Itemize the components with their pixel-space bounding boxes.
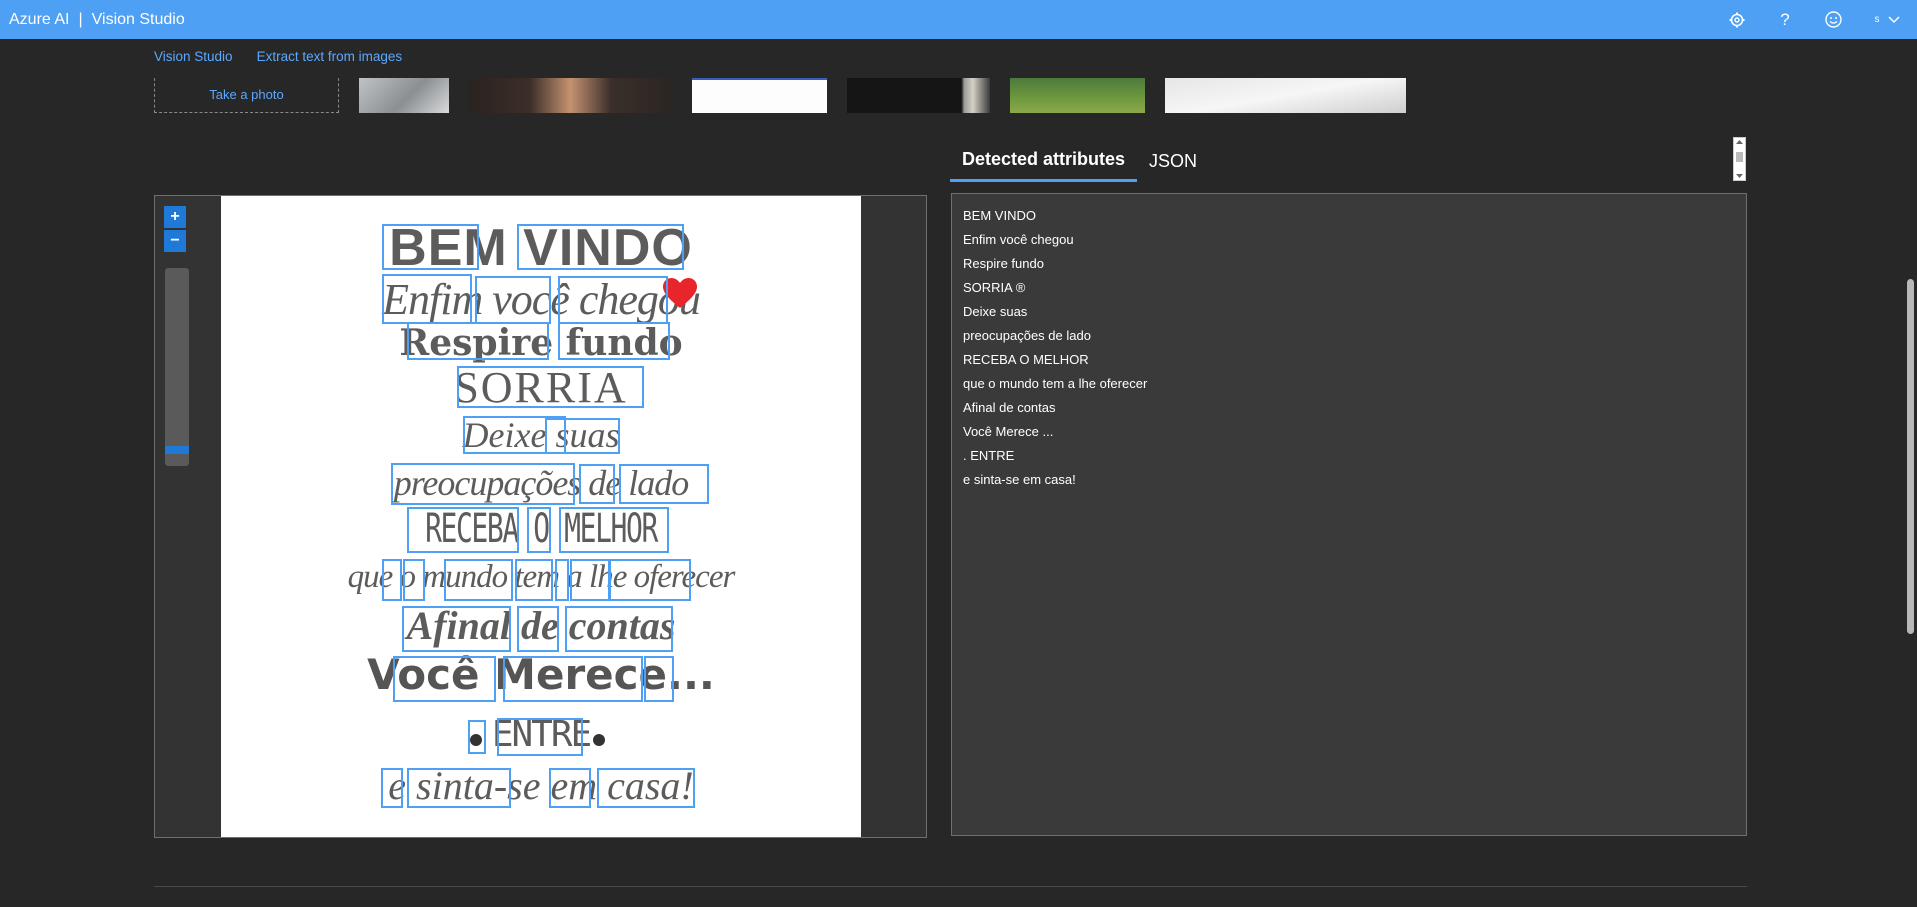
- take-photo-label: Take a photo: [209, 87, 284, 102]
- detected-line: BEM VINDO: [963, 208, 1036, 223]
- word-bounding-box[interactable]: [559, 507, 669, 553]
- tabs-scrollbar[interactable]: [1733, 137, 1746, 181]
- word-bounding-box[interactable]: [468, 720, 486, 754]
- word-bounding-box[interactable]: [549, 768, 591, 808]
- word-bounding-box[interactable]: [391, 463, 575, 505]
- word-bounding-box[interactable]: [570, 559, 610, 601]
- word-bounding-box[interactable]: [382, 274, 472, 324]
- heart-icon: [663, 278, 697, 308]
- word-bounding-box[interactable]: [609, 559, 691, 601]
- chevron-down-icon: [1887, 15, 1900, 23]
- brand-name: Azure AI: [9, 10, 70, 28]
- word-bounding-box[interactable]: [527, 507, 551, 553]
- detected-line: Respire fundo: [963, 256, 1044, 271]
- word-bounding-box[interactable]: [545, 418, 620, 454]
- zoom-in-button[interactable]: +: [164, 206, 186, 228]
- word-bounding-box[interactable]: [382, 224, 479, 270]
- page-scrollbar[interactable]: [1903, 79, 1917, 907]
- word-bounding-box[interactable]: [517, 606, 559, 652]
- detected-line: Afinal de contas: [963, 400, 1056, 415]
- avatar: s: [1874, 14, 1880, 25]
- word-bounding-box[interactable]: [444, 559, 513, 601]
- zoom-slider[interactable]: [165, 268, 189, 466]
- smiley-icon[interactable]: [1809, 0, 1857, 39]
- word-bounding-box[interactable]: [558, 322, 670, 360]
- detected-line: e sinta-se em casa!: [963, 472, 1076, 487]
- word-bounding-box[interactable]: [393, 656, 496, 702]
- gear-icon[interactable]: [1713, 0, 1761, 39]
- page-scrollbar-thumb[interactable]: [1907, 279, 1914, 634]
- detected-line: SORRIA ®: [963, 280, 1026, 295]
- help-icon[interactable]: ?: [1761, 0, 1809, 39]
- detected-line: Você Merece ...: [963, 424, 1054, 439]
- word-bounding-box[interactable]: [457, 366, 644, 408]
- word-bounding-box[interactable]: [382, 559, 402, 601]
- word-bounding-box[interactable]: [475, 276, 551, 324]
- word-bounding-box[interactable]: [497, 718, 583, 756]
- zoom-slider-handle[interactable]: [165, 446, 189, 454]
- detected-line: Enfim você chegou: [963, 232, 1074, 247]
- take-photo-button[interactable]: Take a photo: [154, 78, 339, 113]
- word-bounding-box[interactable]: [402, 606, 511, 652]
- word-bounding-box[interactable]: [503, 656, 643, 702]
- ocr-line: e sinta-se em casa!: [388, 763, 694, 808]
- word-bounding-box[interactable]: [619, 464, 709, 504]
- detected-line: preocupações de lado: [963, 328, 1091, 343]
- word-bounding-box[interactable]: [558, 276, 668, 324]
- word-bounding-box[interactable]: [555, 559, 569, 601]
- divider: [154, 886, 1747, 887]
- detected-text-panel: BEM VINDO Enfim você chegou Respire fund…: [951, 193, 1747, 836]
- detected-line: Deixe suas: [963, 304, 1028, 319]
- word-bounding-box[interactable]: [644, 656, 674, 702]
- analyzed-image: BEM VINDO Enfim você chegou Respire fund…: [221, 196, 861, 837]
- word-bounding-box[interactable]: [597, 768, 695, 808]
- brand[interactable]: Azure AI | Vision Studio: [9, 0, 185, 39]
- word-bounding-box[interactable]: [515, 559, 553, 601]
- sample-thumbnail[interactable]: [692, 78, 827, 113]
- account-menu[interactable]: s: [1857, 0, 1917, 39]
- word-bounding-box[interactable]: [381, 768, 403, 808]
- brand-separator: |: [78, 10, 83, 28]
- sample-thumbnail[interactable]: [1010, 78, 1145, 113]
- product-name: Vision Studio: [91, 10, 185, 28]
- sample-images-strip: Take a photo: [0, 78, 1917, 113]
- top-bar: Azure AI | Vision Studio ? s: [0, 0, 1917, 39]
- tab-detected-attributes[interactable]: Detected attributes: [950, 140, 1138, 182]
- sample-thumbnail[interactable]: [359, 78, 449, 113]
- sample-thumbnail[interactable]: [469, 78, 672, 113]
- bullet-dot-icon: [593, 734, 605, 746]
- word-bounding-box[interactable]: [403, 559, 425, 601]
- word-bounding-box[interactable]: [407, 768, 511, 808]
- detected-line: . ENTRE: [963, 448, 1015, 463]
- detected-line: que o mundo tem a lhe oferecer: [963, 376, 1148, 391]
- sample-thumbnail[interactable]: [847, 78, 990, 113]
- word-bounding-box[interactable]: [407, 507, 519, 553]
- word-bounding-box[interactable]: [517, 224, 684, 270]
- word-bounding-box[interactable]: [579, 464, 615, 504]
- word-bounding-box[interactable]: [407, 322, 549, 360]
- breadcrumb-vision-studio[interactable]: Vision Studio: [154, 49, 233, 64]
- image-viewer: + − BEM VINDO Enfim você chegou Respire …: [154, 195, 927, 838]
- sample-thumbnail[interactable]: [1165, 78, 1406, 113]
- breadcrumb-extract-text[interactable]: Extract text from images: [257, 49, 403, 64]
- tab-json[interactable]: JSON: [1137, 140, 1209, 182]
- breadcrumb: Vision Studio Extract text from images: [154, 49, 402, 64]
- result-tabs: Detected attributes JSON: [950, 140, 1209, 182]
- detected-line: RECEBA O MELHOR: [963, 352, 1089, 367]
- zoom-out-button[interactable]: −: [164, 230, 186, 252]
- word-bounding-box[interactable]: [565, 606, 673, 652]
